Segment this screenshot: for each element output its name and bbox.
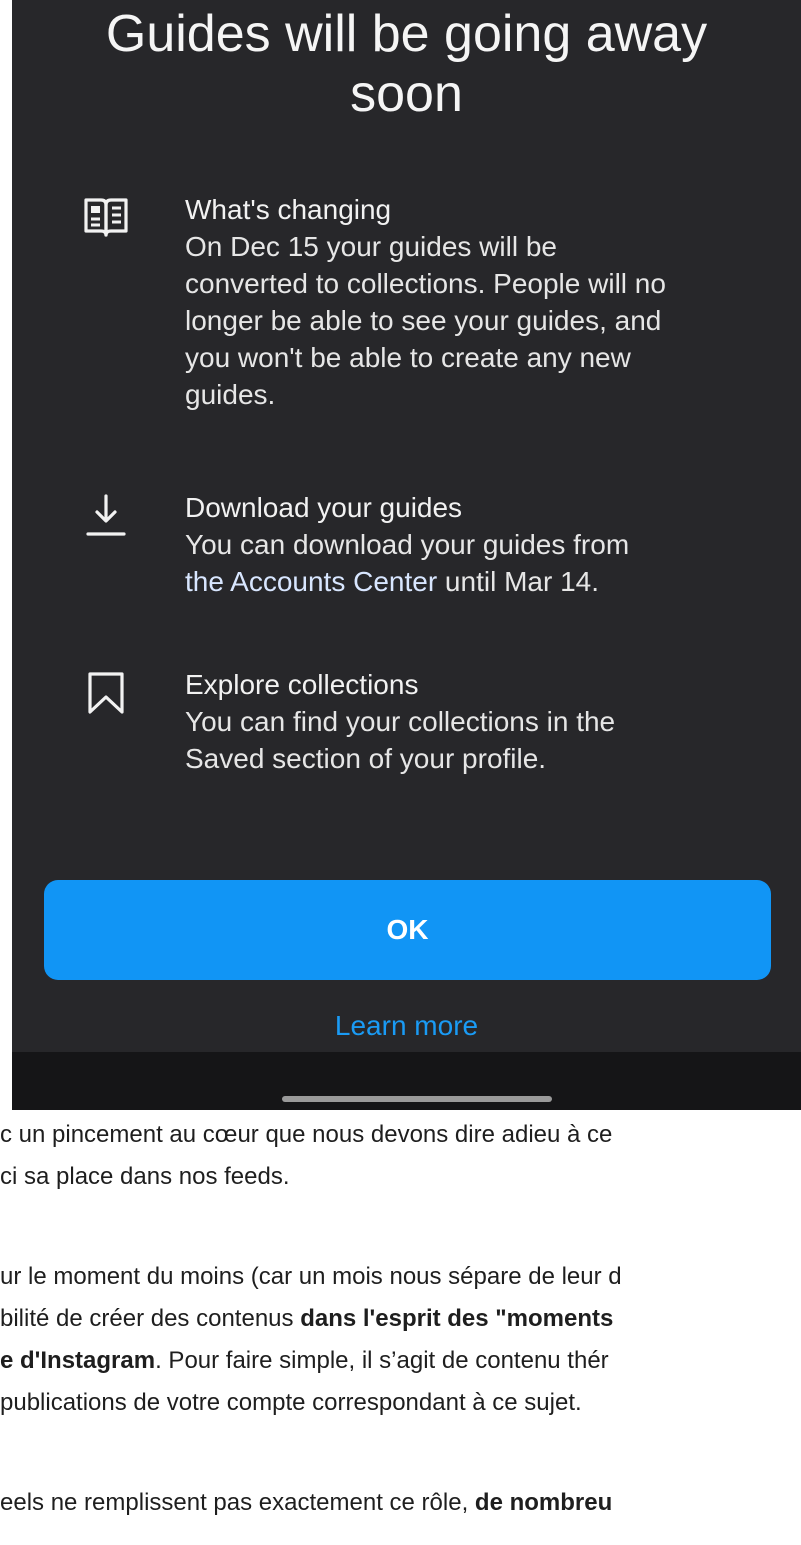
download-guides-text: Download your guides You can download yo… [185,490,761,600]
body-line: longer be able to see your guides, and [185,305,662,336]
article-paragraph-2-line-1: ur le moment du moins (car un mois nous … [0,1263,622,1290]
body-line-rest: until Mar 14. [437,566,600,597]
accounts-center-link[interactable]: the Accounts Center [185,566,437,597]
article-text: c un pincement au cœur que nous devons d… [0,1112,801,1545]
body-line: You can find your collections in the [185,706,616,737]
dialog-title-line-2: soon [350,65,463,123]
body-line: You can download your guides from [185,529,630,560]
bold-text-run: de nombreu [474,1489,613,1516]
whats-changing-body: On Dec 15 your guides will be converted … [185,228,761,413]
learn-more-link[interactable]: Learn more [12,1010,801,1042]
body-line: On Dec 15 your guides will be [185,231,557,262]
download-guides-heading: Download your guides [185,492,463,523]
article-paragraph-2-line-4: publications de votre compte corresponda… [0,1389,582,1416]
explore-collections-body: You can find your collections in the Sav… [185,703,761,777]
text-run: eels ne remplissent pas exactement ce rô… [0,1489,475,1516]
download-guides-body: You can download your guides from the Ac… [185,526,761,600]
body-line: guides. [185,379,276,410]
whats-changing-heading: What's changing [185,194,392,225]
guides-dialog-screenshot: Guides will be going away soon What's ch… [12,0,801,1110]
bold-text-run: dans l'esprit des "moments [300,1305,614,1332]
body-line: converted to collections. People will no [185,268,666,299]
dialog-title: Guides will be going away soon [12,4,801,124]
dialog-title-line-1: Guides will be going away [105,5,708,63]
text-run: bilité de créer des contenus [0,1305,301,1332]
bookmark-icon [82,669,130,717]
guide-book-icon [82,194,130,242]
ok-button[interactable]: OK [44,880,771,980]
whats-changing-text: What's changing On Dec 15 your guides wi… [185,192,761,413]
home-indicator[interactable] [282,1096,552,1102]
body-line: Saved section of your profile. [185,743,547,774]
download-icon [82,492,130,540]
article-paragraph-2-line-3: e d'Instagram. Pour faire simple, il s’a… [0,1340,609,1382]
article-paragraph-1-line-1: c un pincement au cœur que nous devons d… [0,1121,613,1148]
system-navigation-bar [12,1052,801,1110]
article-paragraph-2-line-2: bilité de créer des contenus dans l'espr… [0,1298,613,1340]
bold-text-run: e d'Instagram [0,1347,156,1374]
explore-collections-text: Explore collections You can find your co… [185,667,761,777]
explore-collections-heading: Explore collections [185,669,419,700]
text-run: . Pour faire simple, il s’agit de conten… [155,1347,609,1374]
article-paragraph-1-line-2: ci sa place dans nos feeds. [0,1163,290,1190]
article-paragraph-3-line-1: eels ne remplissent pas exactement ce rô… [0,1482,612,1524]
body-line: you won't be able to create any new [185,342,631,373]
